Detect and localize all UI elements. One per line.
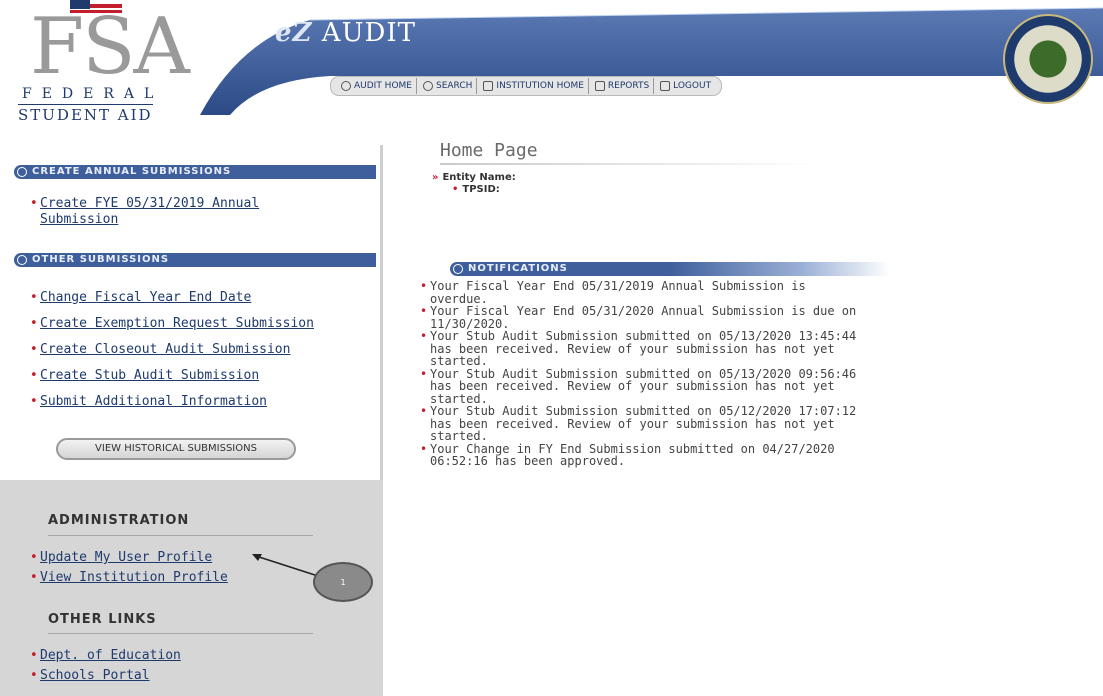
other-links-heading: OTHER LINKS xyxy=(48,612,157,627)
section-icon xyxy=(453,264,463,274)
nav-search[interactable]: SEARCH xyxy=(419,78,478,94)
nav-institution-home[interactable]: INSTITUTION HOME xyxy=(479,78,589,94)
notification-item: Your Fiscal Year End 05/31/2019 Annual S… xyxy=(420,280,860,305)
divider xyxy=(48,535,313,536)
double-chevron-icon: » xyxy=(432,172,439,183)
bullet-icon: • xyxy=(452,184,459,195)
notification-item: Your Change in FY End Submission submitt… xyxy=(420,442,860,468)
nav-reports[interactable]: REPORTS xyxy=(591,78,655,94)
change-fiscal-year-link[interactable]: Change Fiscal Year End Date xyxy=(40,290,251,305)
logout-icon xyxy=(660,81,671,91)
fsa-logo-student-aid: STUDENT AID xyxy=(18,104,153,124)
list-item: Create Exemption Request Submission xyxy=(30,316,360,332)
entity-label-text: Entity Name: xyxy=(442,172,516,183)
notification-item: Your Fiscal Year End 05/31/2020 Annual S… xyxy=(420,305,860,330)
schools-portal-link[interactable]: Schools Portal xyxy=(40,668,150,683)
other-links-list: Dept. of Education Schools Portal xyxy=(30,648,330,694)
tpsid-label: • TPSID: xyxy=(452,184,500,195)
create-fye-annual-link[interactable]: Create FYE 05/31/2019 Annual Submission xyxy=(40,196,259,227)
section-title: NOTIFICATIONS xyxy=(468,263,568,274)
callout-badge: 1 xyxy=(313,562,373,602)
nav-label: AUDIT HOME xyxy=(354,81,412,91)
notification-item: Your Stub Audit Submission submitted on … xyxy=(420,367,860,406)
list-item: Schools Portal xyxy=(30,668,330,684)
section-icon xyxy=(17,167,27,177)
view-institution-profile-link[interactable]: View Institution Profile xyxy=(40,570,228,585)
notifications-list: Your Fiscal Year End 05/31/2019 Annual S… xyxy=(420,280,860,468)
list-item: Create Closeout Audit Submission xyxy=(30,342,360,358)
administration-heading: ADMINISTRATION xyxy=(48,513,190,528)
section-title: OTHER SUBMISSIONS xyxy=(32,254,170,265)
other-submissions-list: Change Fiscal Year End Date Create Exemp… xyxy=(30,290,360,420)
create-exemption-link[interactable]: Create Exemption Request Submission xyxy=(40,316,314,331)
nav-label: LOGOUT xyxy=(673,81,712,91)
department-seal-icon xyxy=(1003,14,1093,104)
callout-number: 1 xyxy=(340,577,346,587)
nav-audit-home[interactable]: AUDIT HOME xyxy=(337,78,417,94)
list-item: Submit Additional Information xyxy=(30,394,360,410)
list-item: Create Stub Audit Submission xyxy=(30,368,360,384)
notification-item: Your Stub Audit Submission submitted on … xyxy=(420,330,860,368)
page-title: Home Page xyxy=(440,140,538,161)
entity-name-label: » Entity Name: xyxy=(432,172,516,183)
home-icon xyxy=(483,81,494,91)
nav-label: REPORTS xyxy=(607,81,650,91)
audit-home-icon xyxy=(341,81,351,91)
nav-label: INSTITUTION HOME xyxy=(496,81,584,91)
submit-additional-link[interactable]: Submit Additional Information xyxy=(40,394,267,409)
nav-label: SEARCH xyxy=(436,81,473,91)
app-title-rest: AUDIT xyxy=(321,18,416,48)
divider xyxy=(440,163,820,165)
list-item: Dept. of Education xyxy=(30,648,330,664)
fsa-logo-letters: FSA xyxy=(30,2,190,92)
nav-logout[interactable]: LOGOUT xyxy=(656,78,715,94)
notification-item: Your Stub Audit Submission submitted on … xyxy=(420,405,860,443)
section-title: CREATE ANNUAL SUBMISSIONS xyxy=(32,166,232,177)
notifications-header: NOTIFICATIONS xyxy=(450,262,890,276)
create-closeout-link[interactable]: Create Closeout Audit Submission xyxy=(40,342,290,357)
reports-icon xyxy=(594,81,605,91)
list-item: Create FYE 05/31/2019 Annual Submission xyxy=(30,196,330,228)
list-item: Change Fiscal Year End Date xyxy=(30,290,360,306)
create-annual-list: Create FYE 05/31/2019 Annual Submission xyxy=(30,196,330,238)
app-title-ez: eZ xyxy=(275,18,313,48)
search-icon xyxy=(423,81,433,91)
other-submissions-header: OTHER SUBMISSIONS xyxy=(14,253,376,267)
app-title: eZ AUDIT xyxy=(275,18,416,48)
create-annual-header: CREATE ANNUAL SUBMISSIONS xyxy=(14,165,376,179)
fsa-logo-federal: FEDERAL xyxy=(22,86,164,102)
top-nav: AUDIT HOME SEARCH INSTITUTION HOME REPOR… xyxy=(330,76,723,96)
dept-education-link[interactable]: Dept. of Education xyxy=(40,648,181,663)
tpsid-label-text: TPSID: xyxy=(462,184,500,195)
divider xyxy=(48,633,313,634)
update-user-profile-link[interactable]: Update My User Profile xyxy=(40,550,212,565)
view-historical-button[interactable]: VIEW HISTORICAL SUBMISSIONS xyxy=(56,438,296,460)
create-stub-link[interactable]: Create Stub Audit Submission xyxy=(40,368,259,383)
section-icon xyxy=(17,255,27,265)
